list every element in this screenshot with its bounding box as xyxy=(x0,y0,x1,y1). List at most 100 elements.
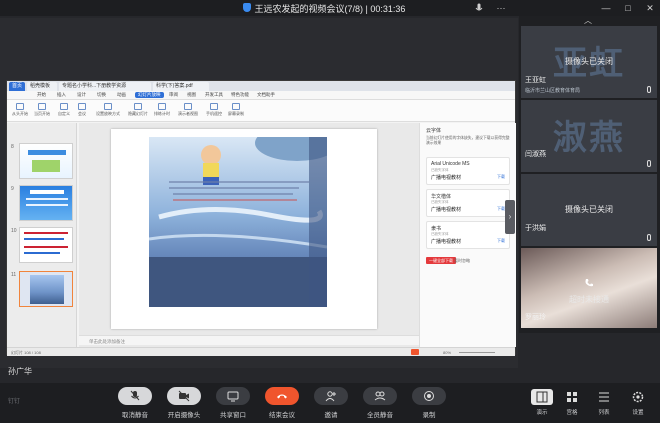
microphone-icon[interactable] xyxy=(474,3,484,13)
gear-icon xyxy=(632,391,644,403)
font-download-link[interactable]: 下载 xyxy=(497,174,505,180)
ribbon-button[interactable]: 手机遥控 xyxy=(203,103,225,117)
unmute-button[interactable]: 取消静音 xyxy=(110,387,160,419)
shared-screen: 首页 稻壳模板 专题名小学科...下册教学资源 科学(下)答案.pdf 开始 插… xyxy=(0,18,518,376)
menu-item[interactable]: 审阅 xyxy=(169,92,178,98)
menu-item[interactable]: 视图 xyxy=(187,92,196,98)
menu-item[interactable]: 特色功能 xyxy=(231,92,249,98)
participant-gallery: ︿ 亚虹 摄像头已关闭 王亚虹 临沂市兰山区教育体育局 淑燕 闫淑燕 摄像头已关… xyxy=(519,16,660,333)
menu-item[interactable]: 设计 xyxy=(77,92,86,98)
mute-all-icon xyxy=(374,391,386,401)
menu-item[interactable]: 动画 xyxy=(117,92,126,98)
ribbon-button[interactable]: 设置放映方式 xyxy=(93,103,123,117)
textbook-photo xyxy=(149,137,327,307)
font-download-link[interactable]: 下载 xyxy=(497,238,505,244)
wps-ribbon: 从头开始 当页开始 自定义 会议 设置放映方式 隐藏幻灯片 排练计时 演示者视图… xyxy=(7,100,515,122)
ribbon-button[interactable]: 当页开始 xyxy=(31,103,53,117)
list-layout-icon xyxy=(599,392,609,402)
menu-item[interactable]: 开始 xyxy=(37,92,46,98)
cloud-font-panel: 云字体 当前幻灯片使用的字体缺失，建议下载以获得完整演示效果 Arial Uni… xyxy=(419,123,516,347)
participant-name: 于洪娟 xyxy=(525,225,546,232)
font-panel-title: 云字体 xyxy=(426,128,442,134)
more-options-icon[interactable]: ··· xyxy=(496,3,506,13)
menu-item-slideshow[interactable]: 幻灯片放映 xyxy=(135,92,164,98)
font-download-link[interactable]: 下载 xyxy=(497,206,505,212)
presenter-name: 孙广华 xyxy=(8,367,32,376)
camera-off-icon xyxy=(178,390,190,402)
presentation-view-button[interactable]: 演示 xyxy=(528,389,556,416)
invite-button[interactable]: 邀请 xyxy=(306,387,356,419)
list-view-button[interactable]: 列表 xyxy=(590,389,618,416)
title-bar: 王远农发起的视频会议(7/8) | 00:31:36 ··· — □ ✕ xyxy=(0,0,660,16)
record-icon xyxy=(424,391,434,401)
end-meeting-button[interactable]: 结束会议 xyxy=(257,387,307,419)
ribbon-button[interactable]: 隐藏幻灯片 xyxy=(125,103,151,117)
zoom-slider[interactable] xyxy=(459,352,495,353)
participant-tile[interactable]: 超时未接通 罗丽玲 xyxy=(521,248,657,328)
play-slideshow-icon[interactable] xyxy=(411,349,419,355)
slide-thumbnail[interactable]: 8 xyxy=(11,143,73,179)
participant-org: 临沂市兰山区教育体育局 xyxy=(525,88,581,94)
wps-presentation-window: 首页 稻壳模板 专题名小学科...下册教学资源 科学(下)答案.pdf 开始 插… xyxy=(6,80,516,356)
slide-thumbnail-panel: 8 9 10 11 xyxy=(7,123,77,347)
menu-item[interactable]: 切换 xyxy=(97,92,106,98)
ribbon-button[interactable]: 演示者视图 xyxy=(175,103,201,117)
microphone-icon xyxy=(647,234,651,241)
participant-tile[interactable]: 摄像头已关闭 于洪娟 xyxy=(521,174,657,246)
mute-all-button[interactable]: 全员静音 xyxy=(355,387,405,419)
wps-menu-bar: 开始 插入 设计 切换 动画 幻灯片放映 审阅 视图 开发工具 特色功能 文档助… xyxy=(7,91,515,100)
slide-thumbnail[interactable]: 10 xyxy=(11,227,73,263)
app-logo: 钉钉 xyxy=(8,399,21,405)
camera-on-button[interactable]: 开启摄像头 xyxy=(159,387,209,419)
maximize-icon[interactable]: □ xyxy=(623,3,633,13)
microphone-muted-icon xyxy=(130,390,140,401)
grid-view-button[interactable]: 宫格 xyxy=(558,389,586,416)
download-all-button[interactable]: 一键全部下载 xyxy=(426,257,456,264)
participant-tile[interactable]: 淑燕 闫淑燕 xyxy=(521,100,657,172)
wps-tab-ppt[interactable]: 专题名小学科...下册教学资源 xyxy=(59,82,151,91)
microphone-icon xyxy=(647,160,651,167)
menu-item[interactable]: 开发工具 xyxy=(205,92,223,98)
participant-name: 王亚虹 xyxy=(525,77,546,84)
wps-tab-home[interactable]: 首页 xyxy=(9,82,25,91)
wps-tab-pdf[interactable]: 科学(下)答案.pdf xyxy=(153,82,209,91)
font-item[interactable]: 华文楷体 已缺失字体 广播电视教材 下载 xyxy=(426,189,510,217)
camera-status: 摄像头已关闭 xyxy=(565,205,613,214)
current-slide[interactable] xyxy=(111,129,377,329)
phone-icon xyxy=(584,278,594,288)
participant-name: 罗丽玲 xyxy=(525,314,546,321)
ribbon-button[interactable]: 会议 xyxy=(71,103,93,117)
settings-button[interactable]: 设置 xyxy=(624,389,652,416)
font-panel-notice: 当前幻灯片使用的字体缺失，建议下载以获得完整演示效果 xyxy=(426,136,510,145)
grid-layout-icon xyxy=(567,392,577,402)
font-item[interactable]: Arial Unicode MS 已缺失字体 广播电视教材 下载 xyxy=(426,157,510,185)
meeting-toolbar: 钉钉 取消静音 开启摄像头 共享窗口 结束会议 邀请 全员静音 录制 演示 宫格… xyxy=(0,383,660,423)
wps-status-bar: 幻灯片 108 / 108 80% xyxy=(7,347,515,356)
participant-name: 闫淑燕 xyxy=(525,151,546,158)
close-icon[interactable]: ✕ xyxy=(645,3,655,13)
ribbon-button[interactable]: 从头开始 xyxy=(9,103,31,117)
wps-tab-bar: 首页 稻壳模板 专题名小学科...下册教学资源 科学(下)答案.pdf xyxy=(7,81,515,91)
notes-area[interactable]: 单击此处添加备注 xyxy=(79,335,419,345)
gallery-collapse-handle[interactable]: › xyxy=(505,200,515,234)
participant-tile[interactable]: 亚虹 摄像头已关闭 王亚虹 临沂市兰山区教育体育局 xyxy=(521,26,657,98)
record-button[interactable]: 录制 xyxy=(404,387,454,419)
font-item[interactable]: 隶书 已缺失字体 广播电视教材 下载 xyxy=(426,221,510,249)
minimize-icon[interactable]: — xyxy=(601,3,611,13)
meeting-title: 王远农发起的视频会议(7/8) | 00:31:36 xyxy=(254,4,406,14)
share-window-button[interactable]: 共享窗口 xyxy=(208,387,258,419)
chevron-up-icon[interactable]: ︿ xyxy=(583,17,593,25)
slide-thumbnail-selected[interactable]: 11 xyxy=(11,271,73,307)
slide-counter: 幻灯片 108 / 108 xyxy=(11,350,41,355)
ribbon-button[interactable]: 排练计时 xyxy=(151,103,173,117)
add-user-icon xyxy=(325,391,336,402)
ribbon-button[interactable]: 屏幕录制 xyxy=(225,103,247,117)
slide-thumbnail[interactable]: 9 xyxy=(11,185,73,221)
ignore-button[interactable]: 暂时忽略 xyxy=(454,257,470,264)
call-status: 超时未接通 xyxy=(569,295,609,304)
slide-editing-area xyxy=(79,123,419,347)
hang-up-icon xyxy=(277,394,287,399)
wps-tab-template[interactable]: 稻壳模板 xyxy=(27,82,57,91)
menu-item[interactable]: 文档助手 xyxy=(257,92,275,98)
menu-item[interactable]: 插入 xyxy=(57,92,66,98)
